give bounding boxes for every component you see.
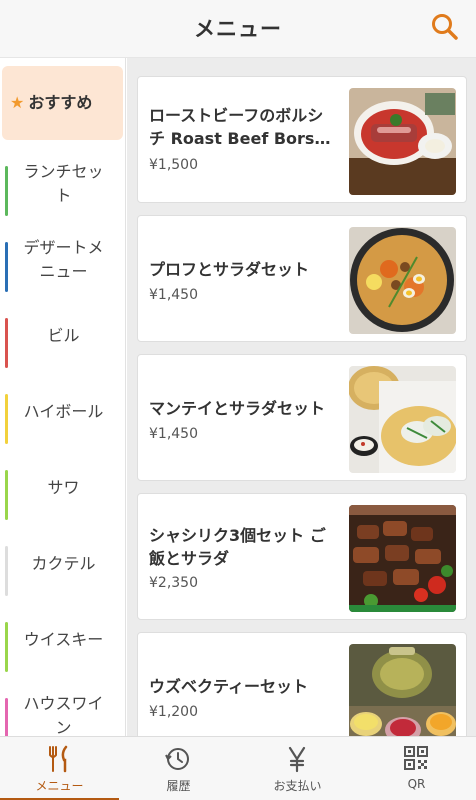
category-sidebar: ★ おすすめ ランチセット デザートメニュー ビル ハイボール サワ カクテル …	[0, 58, 126, 736]
shashlik-set-photo	[349, 505, 456, 612]
category-color-bar	[5, 698, 8, 736]
sidebar-item-beer[interactable]: ビル	[0, 298, 125, 374]
plov-salad-photo	[349, 227, 456, 334]
menu-item-price: ¥1,450	[149, 426, 198, 442]
sidebar-item-label: サワ	[47, 478, 80, 497]
category-color-bar	[5, 318, 8, 368]
menu-item-card[interactable]: ウズベクティーセット ¥1,200	[137, 632, 467, 736]
menu-item-list: ローストビーフのボルシチ Roast Beef Bors… ¥1,500 プロフ…	[127, 58, 476, 736]
sidebar-item-sour[interactable]: サワ	[0, 450, 125, 526]
category-color-bar	[5, 242, 8, 292]
search-icon	[432, 14, 458, 40]
tab-label: 履歴	[166, 779, 191, 793]
tab-label: お支払い	[273, 779, 322, 793]
star-icon: ★	[10, 93, 25, 112]
menu-item-name: シャシリク3個セット ご飯とサラダ	[149, 526, 326, 568]
category-color-bar	[5, 166, 8, 216]
sidebar-item-recommended[interactable]: ★ おすすめ	[2, 66, 123, 140]
qr-code-icon	[404, 746, 428, 770]
menu-item-price: ¥1,450	[149, 287, 198, 303]
sidebar-item-label: ランチセット	[23, 162, 104, 205]
search-button[interactable]	[430, 12, 460, 42]
manti-salad-photo	[349, 366, 456, 473]
category-color-bar	[5, 546, 8, 596]
tab-qr[interactable]: QR	[357, 737, 476, 800]
tab-label: QR	[407, 777, 426, 791]
tab-menu[interactable]: メニュー	[0, 737, 119, 800]
sidebar-item-cocktail[interactable]: カクテル	[0, 526, 125, 602]
roast-beef-borscht-photo	[349, 88, 456, 195]
fork-knife-icon	[49, 745, 68, 773]
sidebar-item-dessert[interactable]: デザートメニュー	[0, 222, 125, 298]
menu-item-name: ローストビーフのボルシチ Roast Beef Bors…	[149, 106, 331, 148]
menu-item-card[interactable]: プロフとサラダセット ¥1,450	[137, 215, 467, 342]
category-color-bar	[5, 394, 8, 444]
menu-item-card[interactable]: シャシリク3個セット ご飯とサラダ ¥2,350	[137, 493, 467, 620]
sidebar-item-label: ハイボール	[23, 402, 104, 421]
history-icon	[165, 748, 189, 770]
sidebar-item-label: デザートメニュー	[23, 238, 104, 281]
category-color-bar	[5, 622, 8, 672]
sidebar-item-label: ビル	[47, 326, 80, 345]
menu-item-name: ウズベクティーセット	[149, 677, 309, 696]
sidebar-item-label: ウイスキー	[23, 630, 104, 649]
tab-label: メニュー	[35, 779, 84, 793]
bottom-tab-bar: メニュー 履歴 お支払い QR	[0, 736, 476, 800]
page-title: メニュー	[194, 17, 282, 41]
yen-icon	[288, 746, 306, 773]
sidebar-item-label: ハウスワイン	[23, 694, 104, 736]
sidebar-item-label: おすすめ	[28, 93, 93, 112]
menu-item-price: ¥1,200	[149, 704, 198, 720]
sidebar-item-house-wine[interactable]: ハウスワイン	[0, 678, 125, 736]
menu-item-card[interactable]: ローストビーフのボルシチ Roast Beef Bors… ¥1,500	[137, 76, 467, 203]
menu-item-card[interactable]: マンテイとサラダセット ¥1,450	[137, 354, 467, 481]
sidebar-item-lunch-set[interactable]: ランチセット	[0, 146, 125, 222]
app-header: メニュー	[0, 0, 476, 58]
sidebar-item-label: カクテル	[31, 554, 96, 573]
menu-item-price: ¥2,350	[149, 575, 198, 591]
sidebar-item-whisky[interactable]: ウイスキー	[0, 602, 125, 678]
menu-item-price: ¥1,500	[149, 157, 198, 173]
menu-item-name: マンテイとサラダセット	[149, 399, 326, 418]
sidebar-item-highball[interactable]: ハイボール	[0, 374, 125, 450]
tab-payment[interactable]: お支払い	[238, 737, 357, 800]
menu-item-name: プロフとサラダセット	[149, 260, 310, 279]
tab-history[interactable]: 履歴	[119, 737, 238, 800]
uzbek-tea-photo	[349, 644, 456, 736]
category-color-bar	[5, 470, 8, 520]
